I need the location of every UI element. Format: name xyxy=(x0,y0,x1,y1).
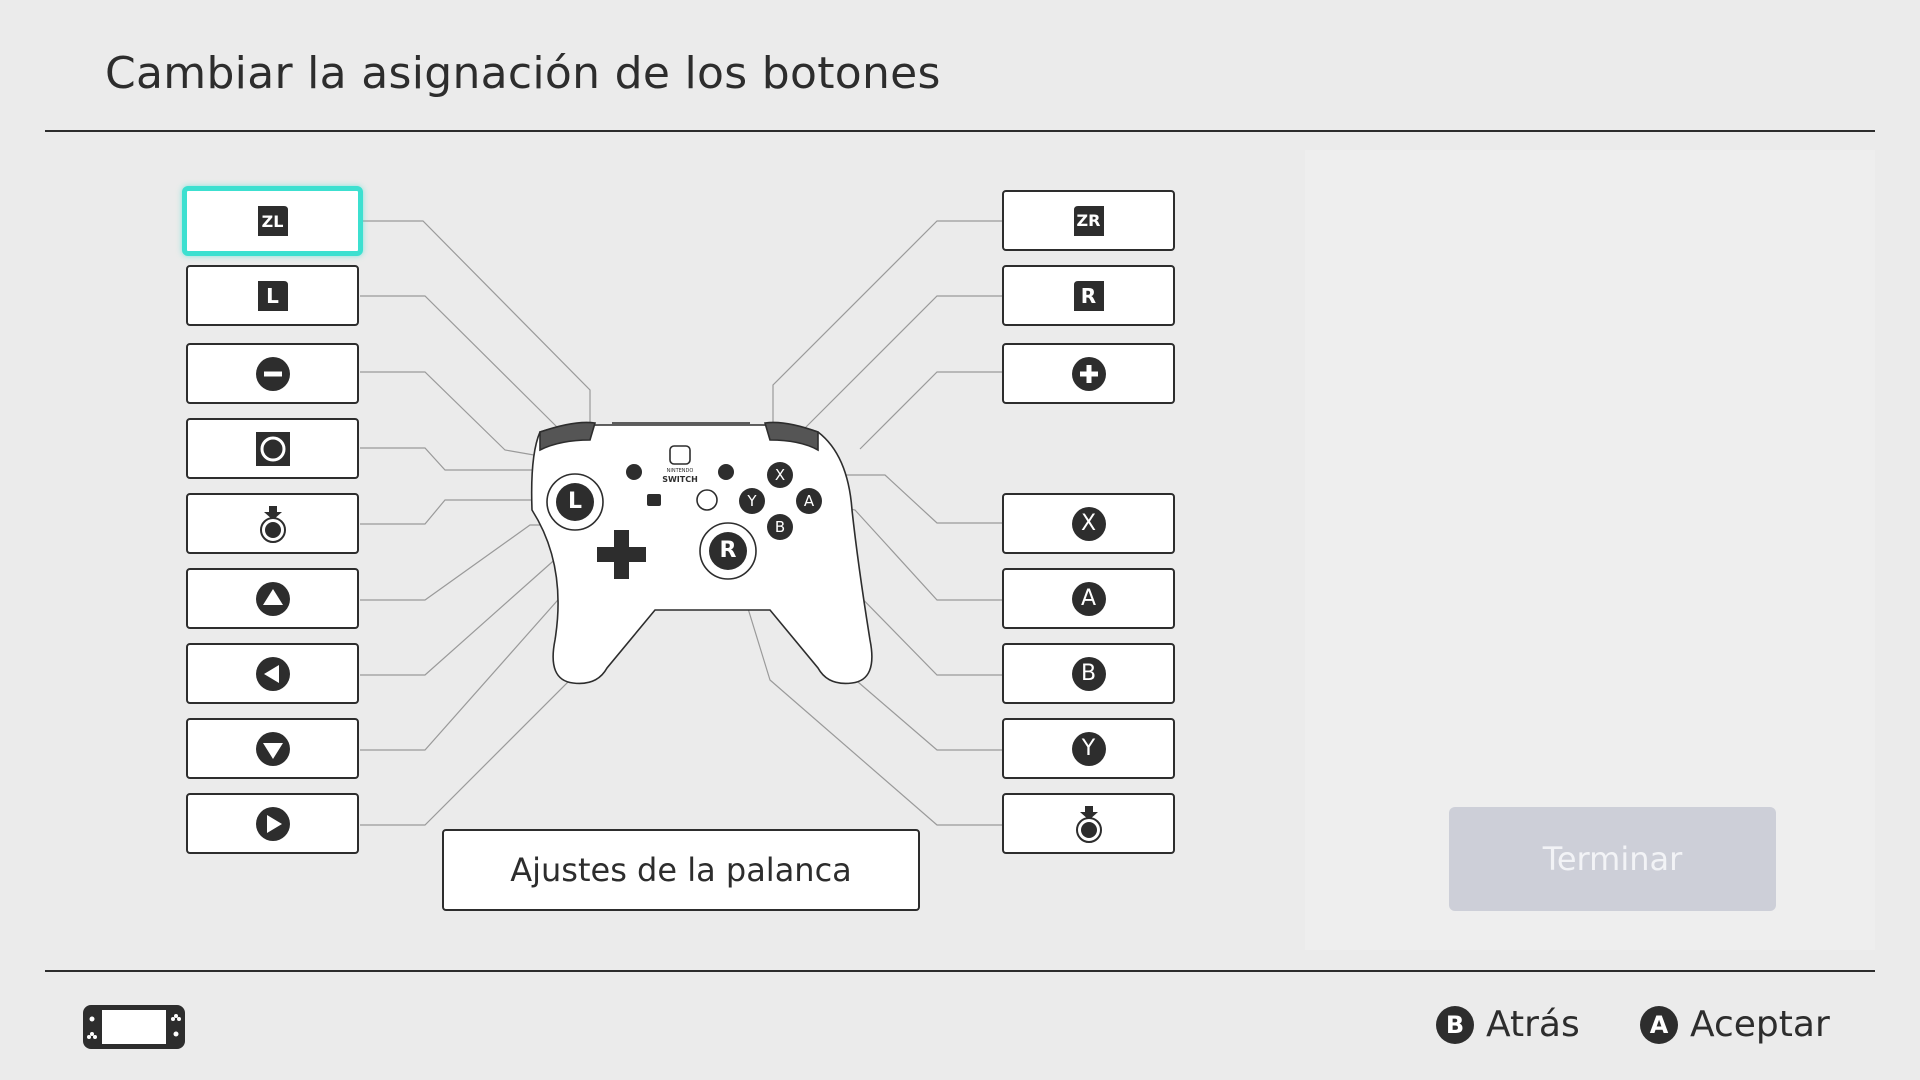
slot-zr[interactable]: ZR xyxy=(1002,190,1175,251)
slot-right-stick-press[interactable] xyxy=(1002,793,1175,854)
slot-minus[interactable] xyxy=(186,343,359,404)
l-label: L xyxy=(266,283,279,308)
slot-left-stick-press[interactable] xyxy=(186,493,359,554)
x-label: X xyxy=(1080,511,1097,536)
finish-button[interactable]: Terminar xyxy=(1449,807,1776,911)
plus-button-icon xyxy=(1071,356,1106,391)
slot-dpad-right[interactable] xyxy=(186,793,359,854)
slot-capture[interactable] xyxy=(186,418,359,479)
stick-settings-button[interactable]: Ajustes de la palanca xyxy=(442,829,920,911)
handheld-console-icon xyxy=(83,1005,185,1049)
y-label: Y xyxy=(1081,736,1096,761)
slot-dpad-left[interactable] xyxy=(186,643,359,704)
footer-divider xyxy=(45,970,1875,972)
left-stick-press-icon xyxy=(259,505,286,543)
dpad-right-icon xyxy=(255,806,290,841)
b-label: B xyxy=(1080,661,1097,686)
zl-label: ZL xyxy=(261,211,284,231)
zr-label: ZR xyxy=(1076,211,1101,230)
dpad-up-icon xyxy=(255,581,290,616)
capture-button-icon xyxy=(255,431,290,466)
back-hint[interactable]: B Atrás xyxy=(1436,1004,1580,1045)
slot-dpad-down[interactable] xyxy=(186,718,359,779)
slot-l[interactable]: L xyxy=(186,265,359,326)
slot-r[interactable]: R xyxy=(1002,265,1175,326)
slot-a[interactable]: A xyxy=(1002,568,1175,629)
slot-b[interactable]: B xyxy=(1002,643,1175,704)
slot-y[interactable]: Y xyxy=(1002,718,1175,779)
dpad-left-icon xyxy=(255,656,290,691)
a-key-icon: A xyxy=(1640,1005,1678,1044)
slot-plus[interactable] xyxy=(1002,343,1175,404)
dpad-down-icon xyxy=(255,731,290,766)
right-stick-press-icon xyxy=(1075,805,1102,843)
r-label: R xyxy=(1080,283,1097,308)
accept-hint[interactable]: A Aceptar xyxy=(1640,1004,1830,1045)
accept-label: Aceptar xyxy=(1690,1004,1830,1045)
b-key-icon: B xyxy=(1436,1005,1474,1044)
back-label: Atrás xyxy=(1486,1004,1580,1045)
slot-zl[interactable]: ZL xyxy=(182,186,363,256)
slot-dpad-up[interactable] xyxy=(186,568,359,629)
a-label: A xyxy=(1080,586,1097,611)
slot-x[interactable]: X xyxy=(1002,493,1175,554)
minus-button-icon xyxy=(255,356,290,391)
